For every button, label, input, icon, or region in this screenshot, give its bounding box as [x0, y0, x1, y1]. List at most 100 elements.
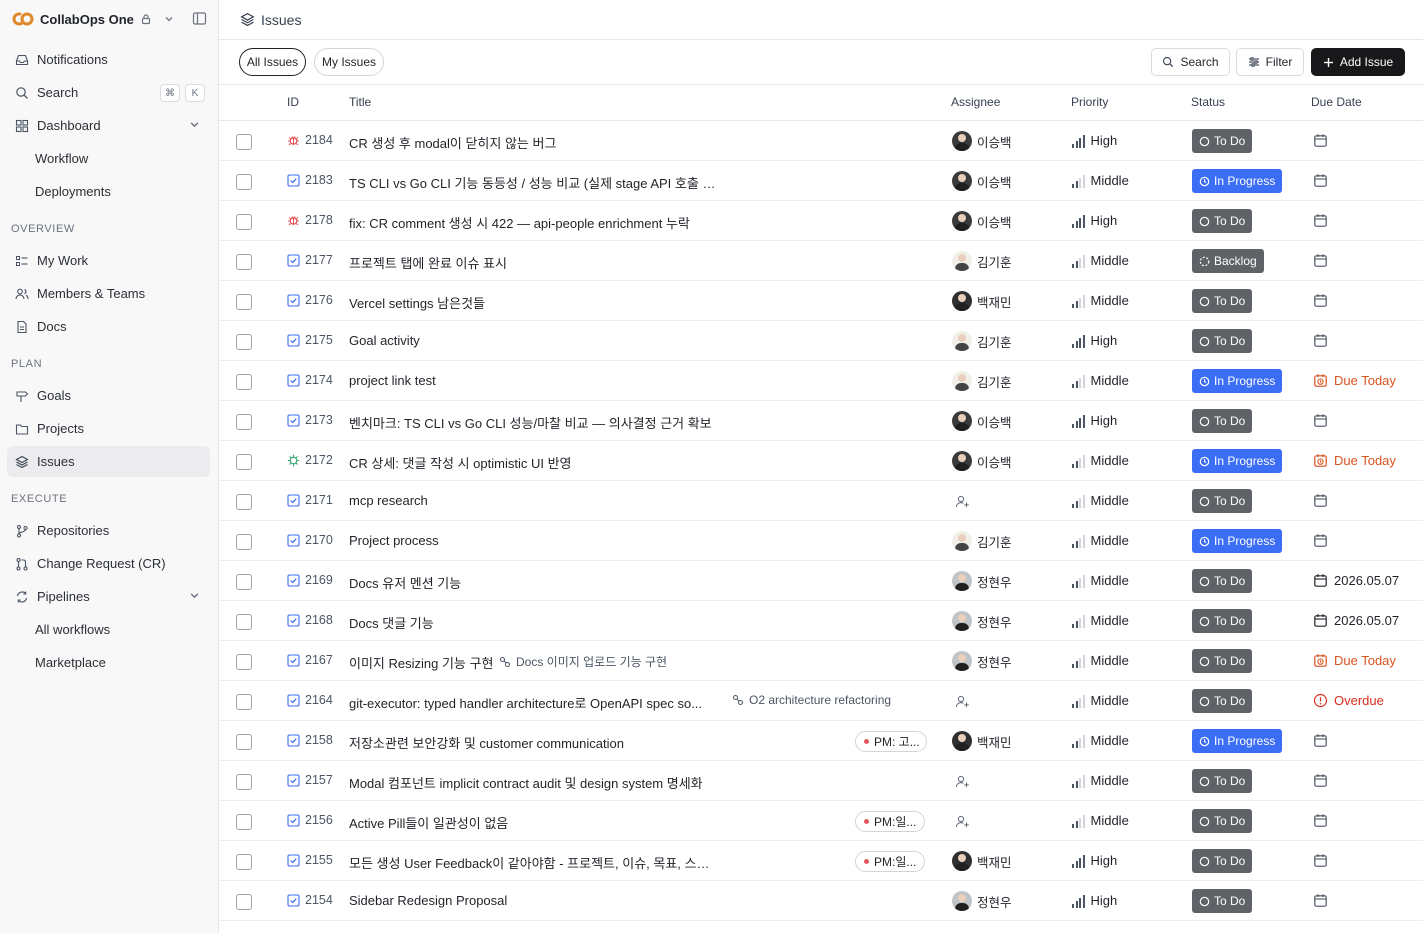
status-badge[interactable]: To Do: [1192, 129, 1253, 153]
issue-title[interactable]: mcp research: [349, 493, 428, 508]
status-badge[interactable]: In Progress: [1192, 529, 1283, 553]
assignee[interactable]: 정현우: [952, 611, 1012, 631]
sidebar-item-all-workflows[interactable]: All workflows: [7, 614, 210, 645]
due-date[interactable]: 2026.05.07: [1313, 613, 1399, 628]
sidebar-item-pipelines[interactable]: Pipelines: [7, 581, 210, 612]
assignee[interactable]: 이승백: [952, 451, 1012, 471]
row-checkbox[interactable]: [236, 574, 252, 590]
issue-title[interactable]: CR 생성 후 modal이 닫히지 않는 버그: [349, 133, 556, 152]
priority[interactable]: High: [1072, 213, 1117, 228]
status-badge[interactable]: To Do: [1192, 689, 1253, 713]
priority[interactable]: High: [1072, 413, 1117, 428]
assignee[interactable]: 정현우: [952, 891, 1012, 911]
status-badge[interactable]: To Do: [1192, 889, 1253, 913]
row-checkbox[interactable]: [236, 134, 252, 150]
due-date[interactable]: Due Today: [1313, 653, 1396, 668]
due-date[interactable]: [1313, 813, 1328, 828]
add-assignee-icon[interactable]: [952, 491, 972, 511]
sidebar-item-projects[interactable]: Projects: [7, 413, 210, 444]
due-date[interactable]: [1313, 773, 1328, 788]
sidebar-item-docs[interactable]: Docs: [7, 311, 210, 342]
priority[interactable]: Middle: [1072, 253, 1129, 268]
row-checkbox[interactable]: [236, 694, 252, 710]
table-row[interactable]: 2170 Project process 김기훈 Middle In Progress: [219, 521, 1423, 561]
table-row[interactable]: 2164 git-executor: typed handler architec…: [219, 681, 1423, 721]
due-date[interactable]: [1313, 533, 1328, 548]
add-assignee-icon[interactable]: [952, 771, 972, 791]
due-date[interactable]: [1313, 733, 1328, 748]
project-tag[interactable]: PM: 고...: [855, 731, 927, 752]
status-badge[interactable]: In Progress: [1192, 449, 1283, 473]
due-date[interactable]: [1313, 893, 1328, 908]
project-tag[interactable]: PM:일...: [855, 811, 926, 832]
table-row[interactable]: 2173 벤치마크: TS CLI vs Go CLI 성능/마찰 비교 — 의사…: [219, 401, 1423, 441]
sidebar-item-my-work[interactable]: My Work: [7, 245, 210, 276]
assignee[interactable]: 백재민: [952, 291, 1012, 311]
due-date[interactable]: Overdue: [1313, 693, 1384, 708]
issue-title[interactable]: Goal activity: [349, 333, 420, 348]
assignee[interactable]: 백재민: [952, 851, 1012, 871]
assignee[interactable]: 이승백: [952, 411, 1012, 431]
assignee[interactable]: 이승백: [952, 211, 1012, 231]
due-date[interactable]: [1313, 293, 1328, 308]
due-date[interactable]: [1313, 253, 1328, 268]
column-header-due-date[interactable]: Due Date: [1311, 95, 1362, 109]
column-header-assignee[interactable]: Assignee: [951, 95, 1000, 109]
table-row[interactable]: 2184 CR 생성 후 modal이 닫히지 않는 버그 이승백 High To Do: [219, 121, 1423, 161]
assignee[interactable]: 김기훈: [952, 531, 1012, 551]
workspace-switcher[interactable]: CollabOps One: [12, 8, 174, 30]
tab-all-issues[interactable]: All Issues: [239, 48, 306, 76]
due-date[interactable]: [1313, 173, 1328, 188]
table-row[interactable]: 2183 TS CLI vs Go CLI 기능 동등성 / 성능 비교 (실제 …: [219, 161, 1423, 201]
priority[interactable]: Middle: [1072, 813, 1129, 828]
due-date[interactable]: 2026.05.07: [1313, 573, 1399, 588]
status-badge[interactable]: To Do: [1192, 289, 1253, 313]
priority[interactable]: High: [1072, 853, 1117, 868]
row-checkbox[interactable]: [236, 734, 252, 750]
row-checkbox[interactable]: [236, 214, 252, 230]
tab-my-issues[interactable]: My Issues: [314, 48, 384, 76]
row-checkbox[interactable]: [236, 374, 252, 390]
priority[interactable]: Middle: [1072, 773, 1129, 788]
row-checkbox[interactable]: [236, 494, 252, 510]
due-date[interactable]: Due Today: [1313, 453, 1396, 468]
table-row[interactable]: 2174 project link test 김기훈 Middle In Progres…: [219, 361, 1423, 401]
issue-title[interactable]: Docs 댓글 기능: [349, 613, 434, 632]
add-assignee-icon[interactable]: [952, 691, 972, 711]
status-badge[interactable]: In Progress: [1192, 729, 1283, 753]
assignee[interactable]: [952, 491, 972, 511]
issue-title[interactable]: 모든 생성 User Feedback이 같아야함 - 프로젝트, 이슈, 목표…: [349, 853, 719, 872]
issue-title[interactable]: Sidebar Redesign Proposal: [349, 893, 507, 908]
table-row[interactable]: 2157 Modal 컴포넌트 implicit contract audit 및…: [219, 761, 1423, 801]
sidebar-collapse-icon[interactable]: [192, 11, 207, 26]
issue-title[interactable]: TS CLI vs Go CLI 기능 동등성 / 성능 비교 (실제 stag…: [349, 173, 719, 192]
priority[interactable]: High: [1072, 133, 1117, 148]
due-date[interactable]: [1313, 853, 1328, 868]
assignee[interactable]: 김기훈: [952, 331, 1012, 351]
row-checkbox[interactable]: [236, 814, 252, 830]
filter-button[interactable]: Filter: [1236, 48, 1304, 76]
assignee[interactable]: 김기훈: [952, 371, 1012, 391]
issue-title[interactable]: project link test: [349, 373, 436, 388]
sidebar-item-marketplace[interactable]: Marketplace: [7, 647, 210, 678]
column-header-title[interactable]: Title: [349, 95, 371, 109]
column-header-status[interactable]: Status: [1191, 95, 1225, 109]
table-row[interactable]: 2167 이미지 Resizing 기능 구현 Docs 이미지 업로드 기능 구현…: [219, 641, 1423, 681]
sidebar-item-search[interactable]: Search ⌘ K: [7, 77, 210, 108]
priority[interactable]: Middle: [1072, 613, 1129, 628]
priority[interactable]: Middle: [1072, 293, 1129, 308]
table-row[interactable]: 2171 mcp research Middle To Do: [219, 481, 1423, 521]
due-date[interactable]: Due Today: [1313, 373, 1396, 388]
priority[interactable]: Middle: [1072, 373, 1129, 388]
assignee[interactable]: 백재민: [952, 731, 1012, 751]
assignee[interactable]: 정현우: [952, 571, 1012, 591]
assignee[interactable]: [952, 771, 972, 791]
add-issue-button[interactable]: Add Issue: [1311, 48, 1405, 76]
table-row[interactable]: 2156 Active Pill들이 일관성이 없음 PM:일... Middle To…: [219, 801, 1423, 841]
table-row[interactable]: 2177 프로젝트 탭에 완료 이슈 표시 김기훈 Middle Backlog: [219, 241, 1423, 281]
row-checkbox[interactable]: [236, 174, 252, 190]
priority[interactable]: Middle: [1072, 173, 1129, 188]
status-badge[interactable]: To Do: [1192, 409, 1253, 433]
table-row[interactable]: 2175 Goal activity 김기훈 High To Do: [219, 321, 1423, 361]
row-checkbox[interactable]: [236, 654, 252, 670]
